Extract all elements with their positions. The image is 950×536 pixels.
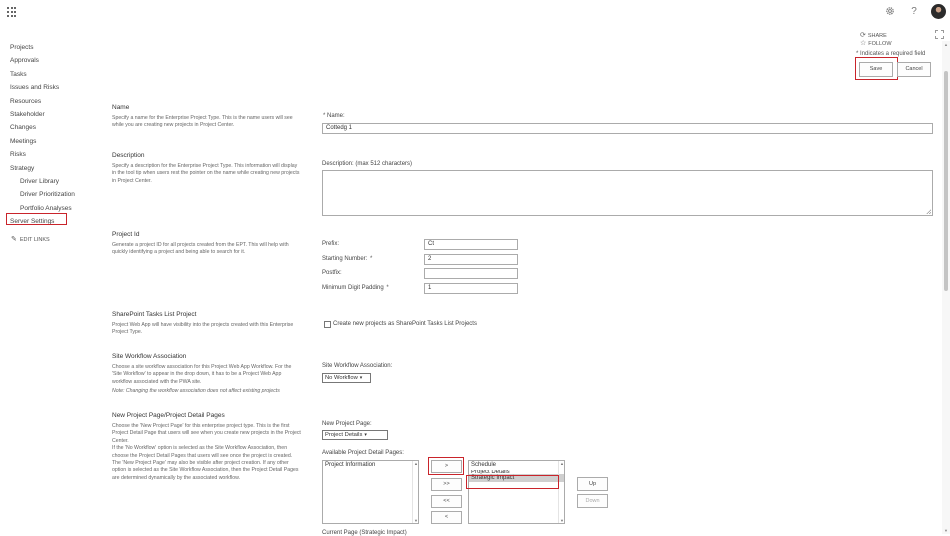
- description-label: Description: (max 512 characters): [322, 161, 413, 167]
- digit-padding-input[interactable]: 1: [424, 283, 518, 294]
- nav-item-approvals[interactable]: Approvals: [10, 54, 100, 67]
- nav-item-issues-risks[interactable]: Issues and Risks: [10, 81, 100, 94]
- strategic-impact-highlight: [466, 475, 559, 489]
- scrollbar-thumb[interactable]: [944, 71, 948, 291]
- resize-grip-icon[interactable]: [926, 209, 931, 214]
- follow-button[interactable]: ☆ FOLLOW: [860, 40, 900, 47]
- project-id-section-description: Generate a project ID for all projects c…: [112, 242, 289, 256]
- sharepoint-section-description: Project Web App will have visibility int…: [112, 322, 294, 336]
- new-project-page-label: New Project Page:: [322, 421, 372, 427]
- workflow-section-description: Choose a site workflow association for t…: [112, 364, 292, 385]
- add-all-pages-button[interactable]: >>: [431, 478, 462, 491]
- add-button-highlight: [428, 457, 464, 475]
- prefix-label: Prefix:: [322, 241, 340, 247]
- remove-page-button[interactable]: <: [431, 511, 462, 524]
- available-pages-list[interactable]: Project Information ▲ ▼: [322, 460, 419, 524]
- edit-links-button[interactable]: ✎ EDIT LINKS: [11, 235, 50, 243]
- list-item[interactable]: Schedule: [469, 461, 564, 470]
- star-icon: ☆: [860, 40, 867, 47]
- scroll-down-icon[interactable]: ▼: [413, 518, 418, 523]
- available-pages-label: Available Project Detail Pages:: [322, 450, 404, 456]
- server-settings-highlight: [6, 213, 67, 225]
- nav-item-meetings[interactable]: Meetings: [10, 135, 100, 148]
- list-scrollbar[interactable]: ▲ ▼: [558, 461, 564, 523]
- page-scrollbar[interactable]: ▲ ▼: [942, 41, 950, 534]
- selected-pages-list[interactable]: Schedule Project Details Strategic Impac…: [468, 460, 565, 524]
- name-label: * Name:: [323, 113, 345, 119]
- pencil-icon: ✎: [11, 236, 17, 243]
- workflow-select[interactable]: No Workflow ▾: [322, 373, 371, 383]
- postfix-label: Postfix:: [322, 270, 342, 276]
- nav-item-stakeholder[interactable]: Stakeholder: [10, 108, 100, 121]
- current-page-label: Current Page (Strategic Impact): [322, 530, 407, 536]
- scroll-up-icon[interactable]: ▲: [413, 461, 418, 466]
- share-icon: ⟳: [860, 32, 866, 39]
- pdp-section-description: Choose the 'New Project Page' for this e…: [112, 423, 301, 481]
- scroll-down-icon[interactable]: ▼: [942, 528, 950, 533]
- nav-item-tasks[interactable]: Tasks: [10, 68, 100, 81]
- prefix-input[interactable]: Ct: [424, 239, 518, 250]
- list-scrollbar[interactable]: ▲ ▼: [412, 461, 418, 523]
- nav-item-changes[interactable]: Changes: [10, 121, 100, 134]
- postfix-input[interactable]: [424, 268, 518, 279]
- chevron-down-icon: ▾: [364, 432, 367, 438]
- save-highlight: [855, 57, 898, 80]
- required-marker: *: [386, 285, 389, 291]
- scroll-up-icon[interactable]: ▲: [942, 42, 950, 47]
- top-bar: ?: [0, 0, 950, 26]
- remove-all-pages-button[interactable]: <<: [431, 495, 462, 508]
- name-section-title: Name: [112, 104, 130, 111]
- nav-item-driver-library[interactable]: Driver Library: [10, 175, 100, 188]
- quick-launch-nav: Projects Approvals Tasks Issues and Risk…: [10, 41, 100, 228]
- name-input[interactable]: Cottedg 1: [322, 123, 933, 134]
- sharepoint-tasks-checkbox[interactable]: [324, 321, 331, 328]
- scroll-up-icon[interactable]: ▲: [559, 461, 564, 466]
- nav-item-driver-prioritization[interactable]: Driver Prioritization: [10, 188, 100, 201]
- cancel-button[interactable]: Cancel: [897, 62, 931, 77]
- list-item[interactable]: Project Information: [323, 461, 418, 470]
- nav-item-strategy[interactable]: Strategy: [10, 162, 100, 175]
- pdp-section-title: New Project Page/Project Detail Pages: [112, 412, 225, 419]
- digit-padding-label: Minimum Digit Padding *: [322, 285, 389, 291]
- name-section-description: Specify a name for the Enterprise Projec…: [112, 115, 293, 129]
- required-marker: *: [323, 113, 326, 119]
- focus-on-content-icon[interactable]: [935, 30, 944, 39]
- move-up-button[interactable]: Up: [577, 477, 608, 491]
- chevron-down-icon: ▾: [359, 375, 363, 381]
- starting-number-label: Starting Number: *: [322, 256, 373, 262]
- required-marker: *: [370, 256, 373, 262]
- new-project-page-select[interactable]: Project Details ▾: [322, 430, 388, 440]
- starting-number-input[interactable]: 2: [424, 254, 518, 265]
- move-down-button[interactable]: Down: [577, 494, 608, 508]
- description-section-description: Specify a description for the Enterprise…: [112, 163, 300, 184]
- description-textarea[interactable]: [322, 170, 933, 216]
- scroll-down-icon[interactable]: ▼: [559, 518, 564, 523]
- description-section-title: Description: [112, 152, 145, 159]
- nav-item-resources[interactable]: Resources: [10, 95, 100, 108]
- workflow-section-title: Site Workflow Association: [112, 353, 187, 360]
- nav-item-projects[interactable]: Projects: [10, 41, 100, 54]
- avatar[interactable]: [931, 4, 946, 19]
- workflow-section-note: Note: Changing the workflow association …: [112, 388, 280, 394]
- help-icon[interactable]: ?: [908, 6, 920, 18]
- app-launcher-icon[interactable]: [7, 7, 17, 17]
- sharepoint-section-title: SharePoint Tasks List Project: [112, 311, 197, 318]
- nav-item-risks[interactable]: Risks: [10, 148, 100, 161]
- sharepoint-tasks-checkbox-label: Create new projects as SharePoint Tasks …: [333, 321, 477, 327]
- workflow-label: Site Workflow Association:: [322, 363, 393, 369]
- share-button[interactable]: ⟳ SHARE: [860, 32, 895, 39]
- project-id-section-title: Project Id: [112, 231, 140, 238]
- gear-icon[interactable]: [884, 6, 896, 18]
